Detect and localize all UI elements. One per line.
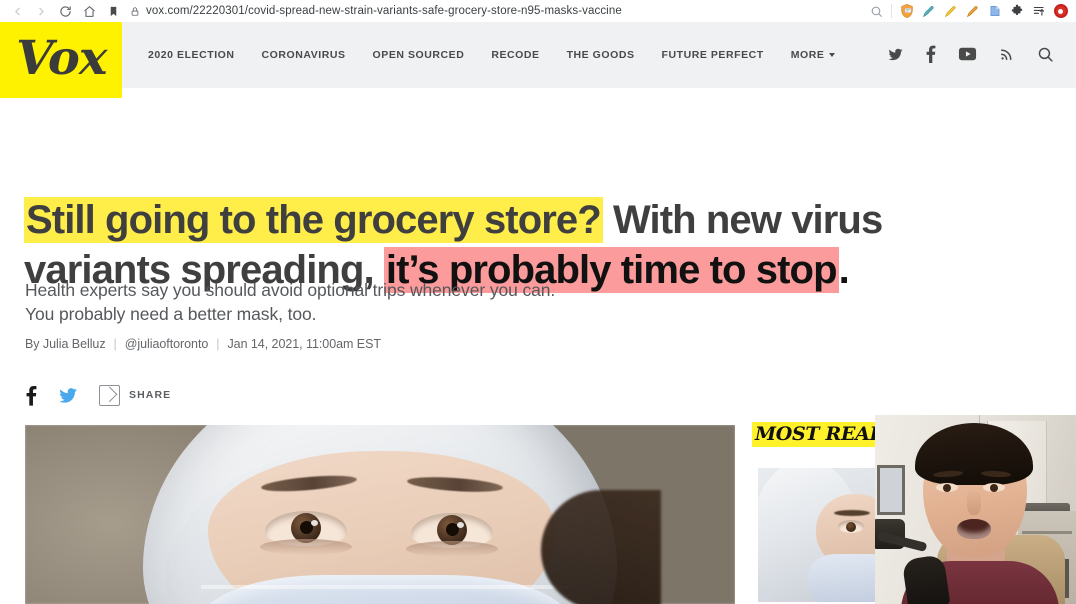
article-hero-image: [25, 425, 735, 604]
adblock-shield-button[interactable]: [896, 1, 917, 21]
nav-facebook-button[interactable]: [926, 45, 936, 63]
nav-item-more-label: MORE: [790, 49, 825, 61]
back-arrow-icon: [14, 7, 20, 15]
byline-handle[interactable]: @juliaoftoronto: [125, 337, 209, 351]
webcam-overlay: [875, 415, 1076, 604]
headline-part-period: .: [838, 247, 850, 292]
article-dek: Health experts say you should avoid opti…: [25, 278, 745, 326]
reload-button[interactable]: [54, 1, 76, 21]
zoom-indicator-button[interactable]: [866, 1, 887, 21]
vox-logo[interactable]: Vox: [0, 22, 122, 98]
byline-separator-2: |: [216, 337, 220, 351]
byline: By Julia Belluz | @juliaoftoronto | Jan …: [25, 337, 381, 351]
nav-search-button[interactable]: [1037, 46, 1054, 63]
article-dek-line-1: Health experts say you should avoid opti…: [25, 280, 556, 300]
pen-teal-icon: [922, 5, 934, 17]
vox-logo-text: Vox: [15, 30, 107, 86]
share-arrow-icon: [99, 384, 120, 406]
webcam-picture-frame: [877, 465, 905, 515]
nav-item-open-sourced[interactable]: OPEN SOURCED: [373, 49, 465, 61]
browser-toolbar: vox.com/22220301/covid-spread-new-strain…: [0, 0, 1076, 23]
byline-author[interactable]: By Julia Belluz: [25, 337, 106, 351]
twitter-icon: [888, 48, 903, 60]
site-social-links: [887, 40, 1054, 68]
bookmark-icon: [110, 6, 116, 16]
profile-button[interactable]: [1050, 1, 1071, 21]
nav-item-the-goods[interactable]: THE GOODS: [567, 49, 635, 61]
pen-orange-button[interactable]: [962, 1, 983, 21]
reload-icon: [59, 5, 71, 17]
twitter-icon: [59, 387, 77, 403]
share-twitter-button[interactable]: [57, 386, 79, 405]
shield-adblock-icon: [900, 3, 913, 19]
share-generic-button[interactable]: SHARE: [99, 384, 172, 406]
nav-item-more[interactable]: MORE: [791, 49, 836, 61]
byline-timestamp: Jan 14, 2021, 11:00am EST: [227, 337, 381, 351]
webcam-nose: [967, 489, 981, 515]
nav-item-future-perfect[interactable]: FUTURE PERFECT: [662, 49, 764, 61]
zoom-icon: [871, 6, 882, 17]
article-dek-line-2: You probably need a better mask, too.: [25, 304, 317, 324]
rss-icon: [1000, 49, 1012, 61]
screenshot-blue-icon: [990, 6, 999, 16]
youtube-icon: [958, 47, 977, 61]
nav-item-2020-election[interactable]: 2020 ELECTION: [148, 49, 235, 61]
most-read-heading: MOST READ: [752, 422, 889, 447]
hero-hair: [541, 490, 661, 604]
forward-arrow-icon: [38, 7, 44, 15]
nav-rss-button[interactable]: [999, 46, 1015, 62]
nav-item-coronavirus[interactable]: CORONAVIRUS: [262, 49, 346, 61]
toolbar-divider: [891, 4, 892, 18]
webcam-eye-right: [983, 483, 1005, 492]
pen-teal-button[interactable]: [918, 1, 939, 21]
extensions-puzzle-icon: [1011, 4, 1022, 16]
screenshot-root: vox.com/22220301/covid-spread-new-strain…: [0, 0, 1076, 604]
share-row: SHARE: [26, 382, 171, 408]
forward-button[interactable]: [30, 1, 52, 21]
headline-part-highlighted-yellow: Still going to the grocery store?: [24, 196, 603, 243]
pen-orange-icon: [966, 5, 978, 17]
reading-list-icon: [1033, 6, 1044, 16]
facebook-icon: [926, 45, 936, 63]
home-icon: [83, 5, 95, 17]
pen-yellow-button[interactable]: [940, 1, 961, 21]
back-button[interactable]: [6, 1, 28, 21]
share-label: SHARE: [129, 389, 172, 401]
nav-twitter-button[interactable]: [887, 47, 904, 62]
search-icon: [1038, 47, 1053, 62]
bookmark-button[interactable]: [102, 1, 124, 21]
reading-list-button[interactable]: [1028, 1, 1049, 21]
address-bar-url: vox.com/22220301/covid-spread-new-strain…: [146, 5, 622, 17]
share-facebook-button[interactable]: [26, 385, 37, 406]
extensions-button[interactable]: [1006, 1, 1027, 21]
browser-toolbar-icons: [866, 1, 1076, 21]
chevron-down-icon: [829, 53, 836, 58]
webcam-eye-left: [936, 483, 958, 492]
nav-youtube-button[interactable]: [958, 47, 977, 61]
screenshot-button[interactable]: [984, 1, 1005, 21]
site-nav-links: 2020 ELECTION CORONAVIRUS OPEN SOURCED R…: [148, 42, 836, 68]
facebook-icon: [26, 385, 37, 406]
most-read-thumbnail[interactable]: [758, 468, 880, 602]
browser-nav-buttons: [0, 1, 124, 21]
byline-separator-1: |: [113, 337, 117, 351]
nav-item-recode[interactable]: RECODE: [491, 49, 539, 61]
lock-icon: [130, 6, 140, 17]
home-button[interactable]: [78, 1, 100, 21]
address-bar[interactable]: vox.com/22220301/covid-spread-new-strain…: [130, 2, 866, 20]
pen-yellow-icon: [944, 5, 956, 17]
hero-undereye-left: [260, 539, 352, 555]
profile-avatar-icon: [1053, 4, 1068, 18]
webcam-mouth: [957, 519, 991, 539]
